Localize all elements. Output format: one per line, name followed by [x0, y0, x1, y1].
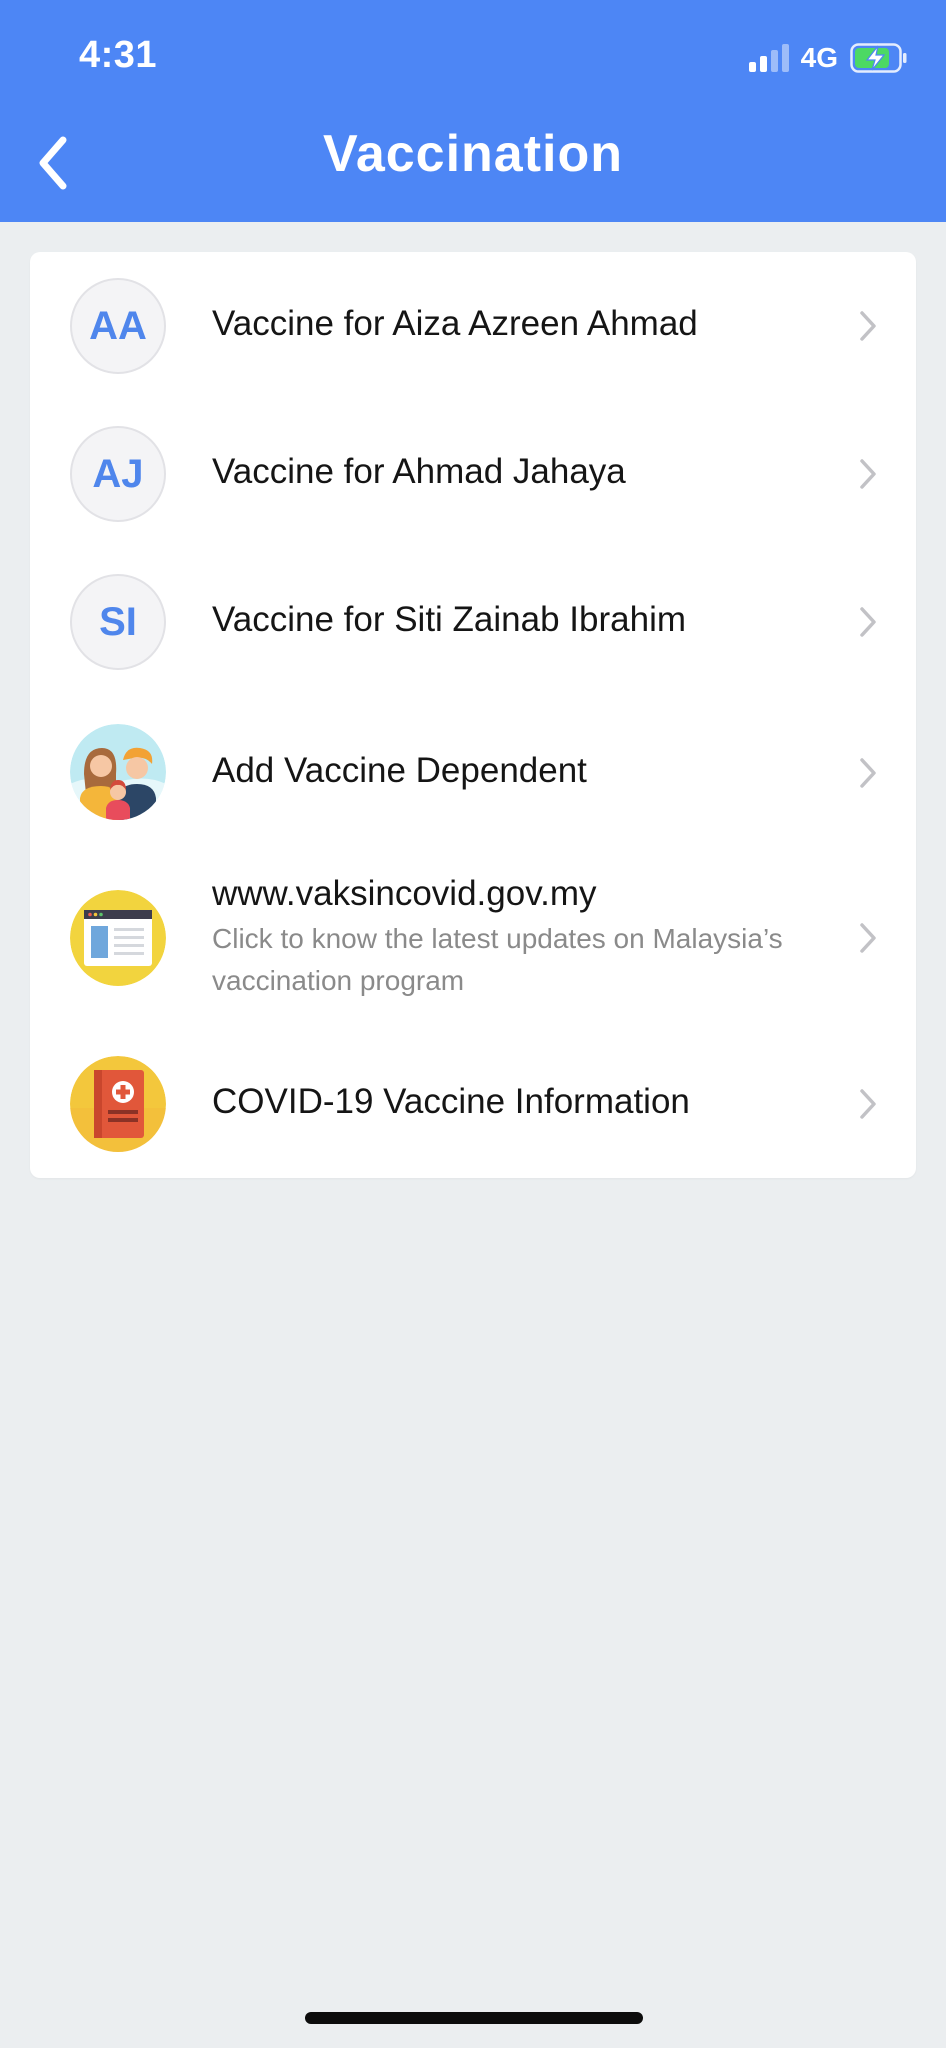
row-label: COVID-19 Vaccine Information [212, 1082, 690, 1121]
row-label: Add Vaccine Dependent [212, 751, 587, 790]
family-icon [70, 724, 166, 820]
page-title: Vaccination [323, 125, 623, 183]
website-description: Click to know the latest updates on Mala… [212, 923, 783, 996]
vaccine-row-aiza[interactable]: AA Vaccine for Aiza Azreen Ahmad [30, 252, 916, 400]
vaccine-row-ahmad[interactable]: AJ Vaccine for Ahmad Jahaya [30, 400, 916, 548]
network-type: 4G [800, 42, 838, 73]
chevron-right-icon [860, 923, 876, 953]
status-indicators: 4G [748, 40, 908, 76]
battery-charging-icon [850, 43, 908, 73]
chevron-right-icon [860, 311, 876, 341]
website-url: www.vaksincovid.gov.my [212, 874, 597, 913]
vaksincovid-website-row[interactable]: www.vaksincovid.gov.my Click to know the… [30, 846, 916, 1030]
chevron-right-icon [860, 459, 876, 489]
website-icon [70, 890, 166, 986]
vaccine-row-siti[interactable]: SI Vaccine for Siti Zainab Ibrahim [30, 548, 916, 696]
chevron-right-icon [860, 607, 876, 637]
status-time: 4:31 [79, 34, 158, 76]
covid-vaccine-info-row[interactable]: COVID-19 Vaccine Information [30, 1030, 916, 1178]
row-label: Vaccine for Ahmad Jahaya [212, 452, 626, 491]
app-header: 4:31 4G Vaccination [0, 0, 946, 222]
vaccination-menu-card: AA Vaccine for Aiza Azreen Ahmad AJ Vacc… [30, 252, 916, 1178]
signal-icon [748, 44, 789, 72]
chevron-right-icon [860, 1089, 876, 1119]
home-indicator[interactable] [305, 2012, 643, 2024]
row-label: Vaccine for Aiza Azreen Ahmad [212, 304, 698, 343]
avatar-initials: SI [70, 574, 166, 670]
chevron-right-icon [860, 758, 876, 788]
avatar-initials: AA [70, 278, 166, 374]
avatar-initials: AJ [70, 426, 166, 522]
medical-book-icon [70, 1056, 166, 1152]
row-label: Vaccine for Siti Zainab Ibrahim [212, 600, 687, 639]
add-vaccine-dependent-row[interactable]: Add Vaccine Dependent [30, 696, 916, 846]
